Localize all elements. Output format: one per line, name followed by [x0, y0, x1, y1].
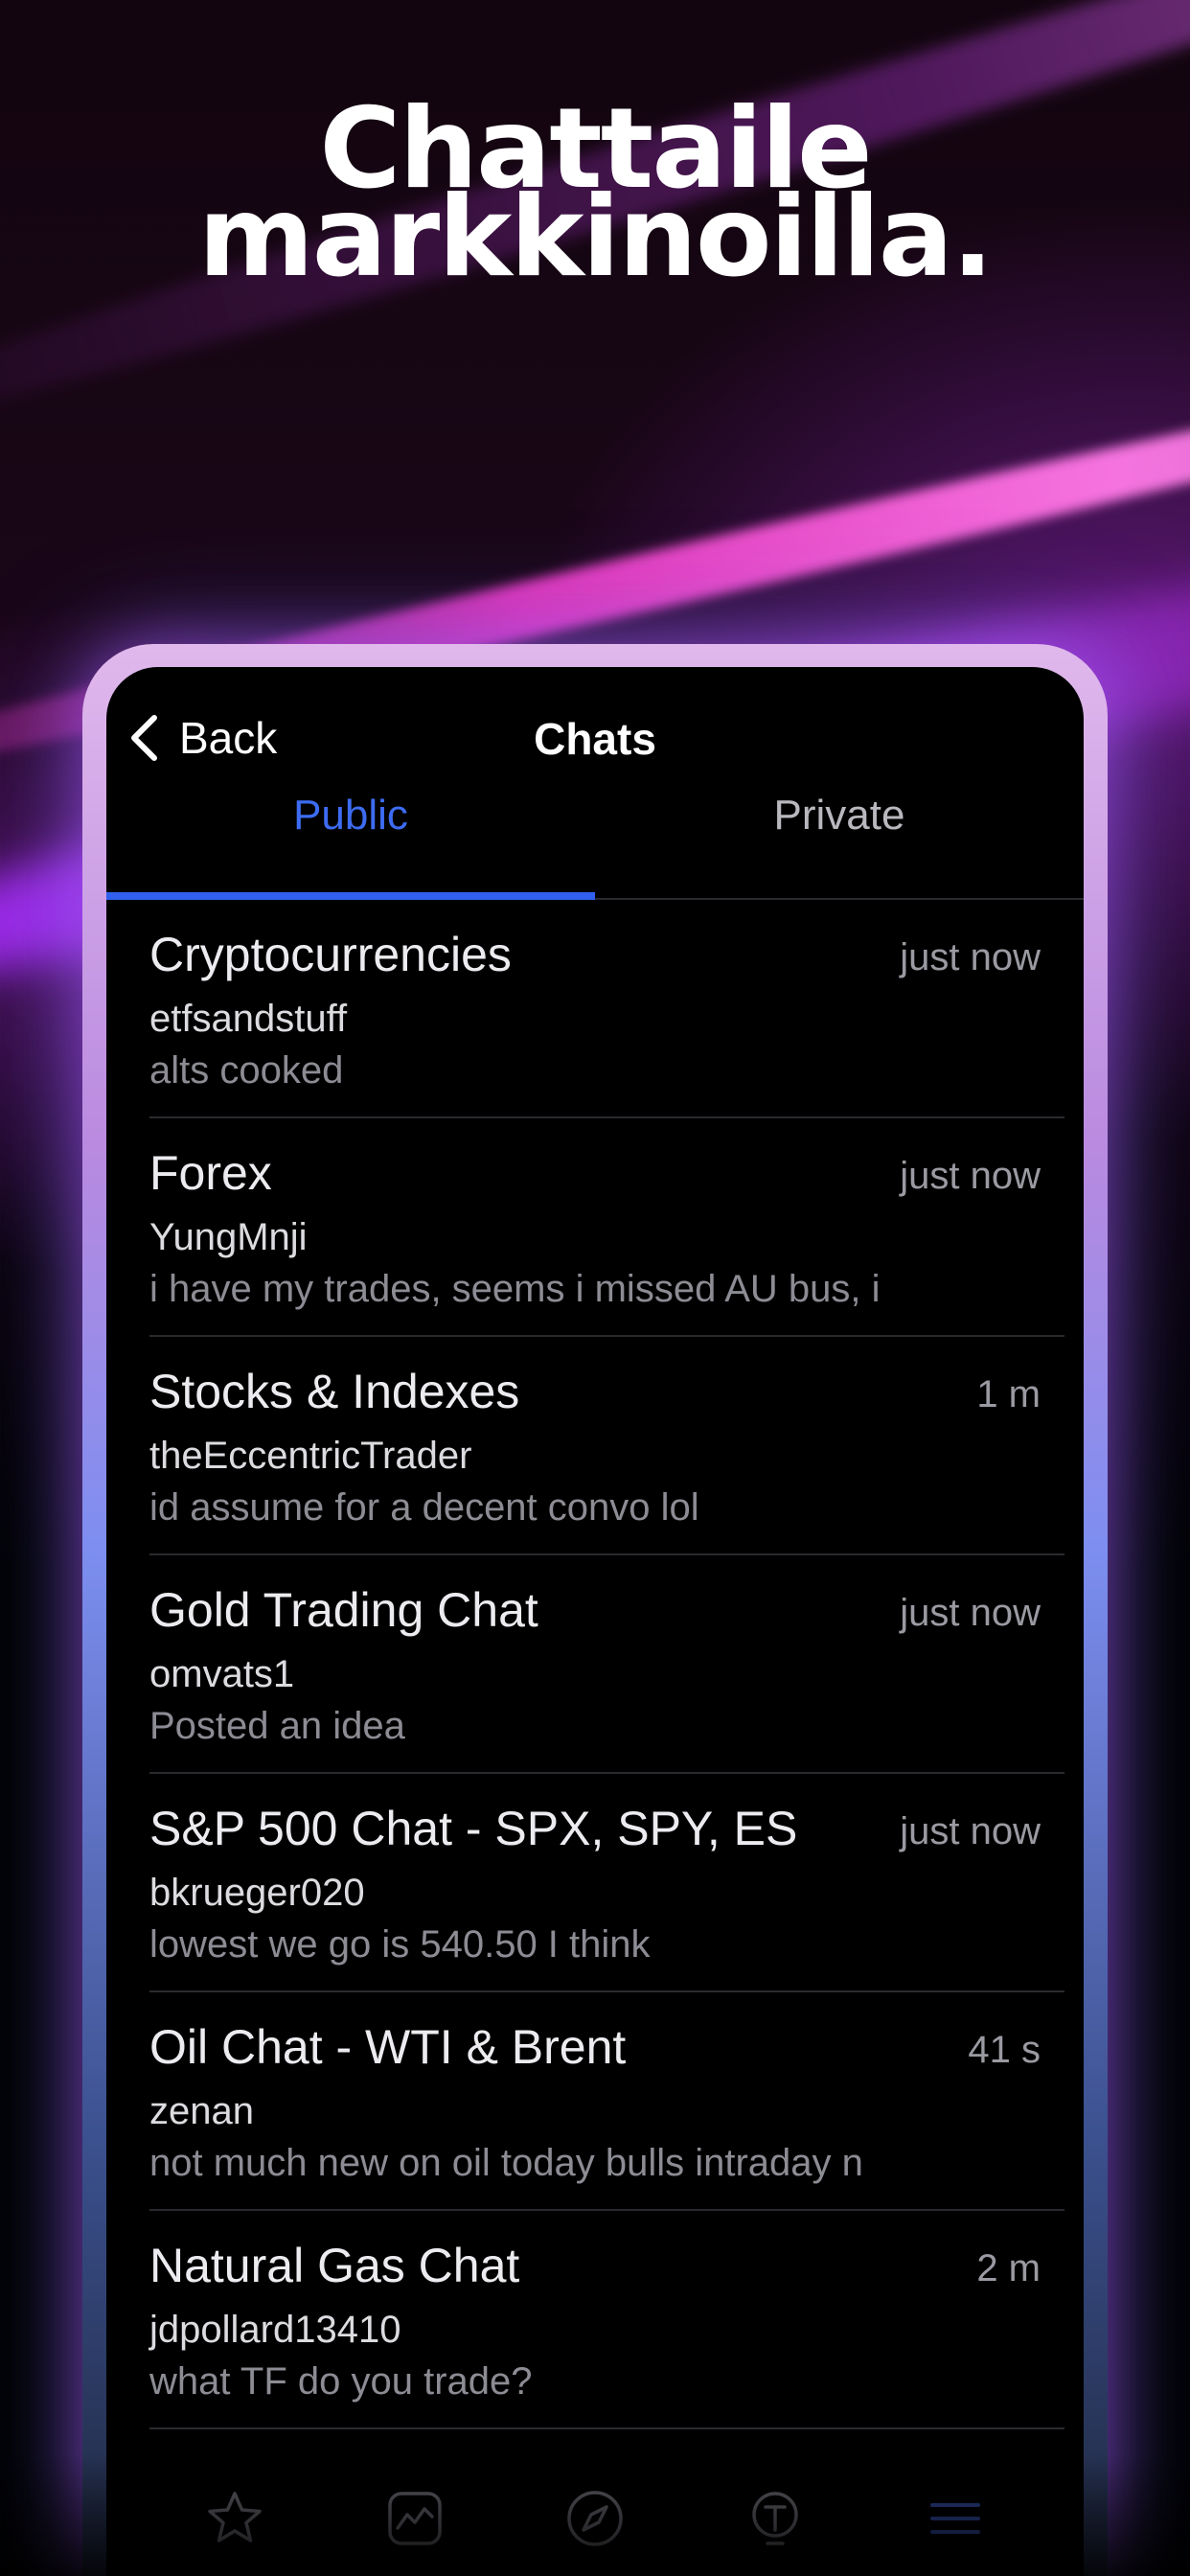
promo-screen: Chattaile markkinoilla. Back Chats Publi… — [0, 0, 1190, 2576]
chat-time: 1 m — [976, 1373, 1041, 1415]
chat-row-cryptocurrencies[interactable]: Cryptocurrencies just now etfsandstuff a… — [106, 900, 1084, 1118]
chat-title: Cryptocurrencies — [149, 928, 512, 981]
promo-headline: Chattaile markkinoilla. — [0, 94, 1190, 302]
chat-time: just now — [900, 1155, 1041, 1197]
chat-list: Cryptocurrencies just now etfsandstuff a… — [106, 900, 1084, 2429]
chat-time: just now — [900, 1592, 1041, 1634]
chat-row-gold-trading[interactable]: Gold Trading Chat just now omvats1 Poste… — [106, 1555, 1084, 1774]
chat-last-user: jdpollard13410 — [149, 2309, 401, 2351]
chat-title: Natural Gas Chat — [149, 2239, 520, 2292]
chat-last-message: not much new on oil today bulls intraday… — [149, 2142, 863, 2184]
chat-last-message: Posted an idea — [149, 1705, 405, 1747]
chat-last-user: bkrueger020 — [149, 1872, 365, 1914]
tabbar-watchlist[interactable] — [204, 2488, 265, 2554]
chat-last-message: i have my trades, seems i missed AU bus,… — [149, 1268, 881, 1310]
tab-public[interactable]: Public — [106, 782, 595, 898]
tabbar-explore[interactable] — [564, 2488, 626, 2554]
chart-icon — [388, 2492, 442, 2545]
chat-title: Stocks & Indexes — [149, 1365, 520, 1418]
chat-last-message: lowest we go is 540.50 I think — [149, 1923, 651, 1966]
page-title: Chats — [534, 714, 656, 764]
chat-last-user: YungMnji — [149, 1216, 308, 1258]
chat-title: Gold Trading Chat — [149, 1583, 538, 1637]
chat-time: just now — [900, 936, 1041, 978]
chat-last-message: what TF do you trade? — [149, 2360, 533, 2403]
chat-tabs: Public Private — [106, 782, 1084, 900]
chat-title: Oil Chat - WTI & Brent — [149, 2020, 627, 2074]
chat-time: 41 s — [968, 2029, 1041, 2071]
menu-icon — [930, 2503, 980, 2534]
star-icon — [208, 2492, 262, 2542]
lightbulb-icon — [752, 2492, 798, 2545]
tabbar-menu[interactable] — [925, 2488, 986, 2554]
chat-row-oil[interactable]: Oil Chat - WTI & Brent 41 s zenan not mu… — [106, 1992, 1084, 2211]
bottom-tab-bar — [106, 2459, 1084, 2576]
chat-row-stocks-indexes[interactable]: Stocks & Indexes 1 m theEccentricTrader … — [106, 1337, 1084, 1555]
tabbar-ideas[interactable] — [744, 2488, 806, 2554]
active-tab-indicator — [106, 892, 595, 900]
chat-title: S&P 500 Chat - SPX, SPY, ES — [149, 1802, 798, 1855]
chat-title: Forex — [149, 1146, 272, 1200]
chat-last-user: theEccentricTrader — [149, 1435, 472, 1477]
compass-icon — [567, 2491, 623, 2546]
chat-last-user: omvats1 — [149, 1653, 295, 1695]
tab-private[interactable]: Private — [595, 782, 1084, 898]
chat-last-message: alts cooked — [149, 1049, 344, 1092]
chat-row-forex[interactable]: Forex just now YungMnji i have my trades… — [106, 1118, 1084, 1337]
chat-row-sp500[interactable]: S&P 500 Chat - SPX, SPY, ES just now bkr… — [106, 1774, 1084, 1992]
headline-line-2: markkinoilla. — [197, 172, 994, 302]
navigation-bar: Back Chats — [106, 667, 1084, 782]
chat-last-user: zenan — [149, 2090, 254, 2132]
chat-last-user: etfsandstuff — [149, 998, 348, 1040]
phone-screen: Back Chats Public Private Cryptocurrenci… — [106, 667, 1084, 2576]
chat-time: just now — [900, 1810, 1041, 1852]
chat-row-natural-gas[interactable]: Natural Gas Chat 2 m jdpollard13410 what… — [106, 2211, 1084, 2429]
tabbar-chart[interactable] — [384, 2488, 446, 2554]
chat-last-message: id assume for a decent convo lol — [149, 1486, 699, 1529]
chat-time: 2 m — [976, 2247, 1041, 2289]
